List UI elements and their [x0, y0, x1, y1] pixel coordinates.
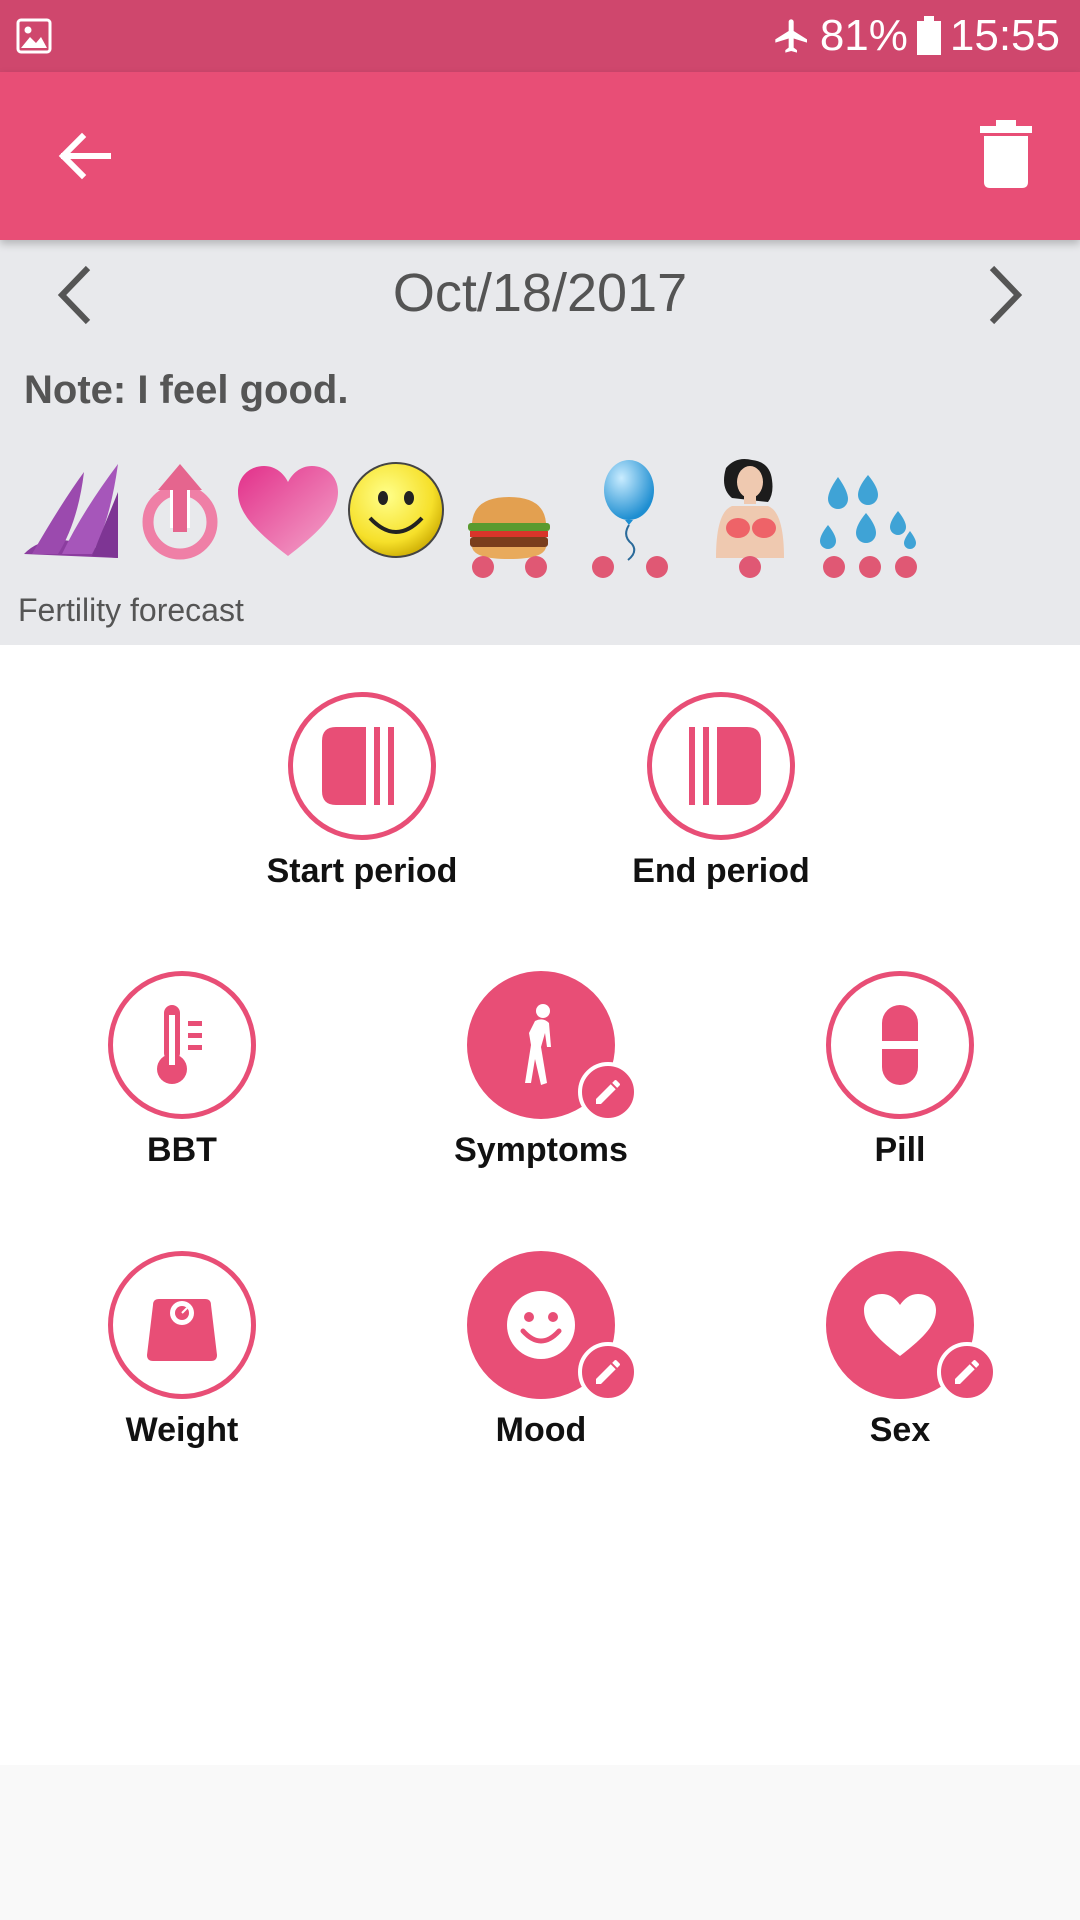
bbt-circle: [108, 971, 256, 1119]
smiley-icon: [348, 462, 444, 558]
end-period-circle: [647, 692, 795, 840]
breast-tenderness-icon: [716, 459, 784, 558]
power-up-icon: [142, 464, 218, 560]
weight-label: Weight: [125, 1411, 239, 1449]
end-period-label: End period: [632, 852, 810, 890]
battery-icon: [916, 16, 941, 55]
pencil-icon: [596, 1359, 621, 1384]
day-note: Note: I feel good.: [24, 368, 349, 412]
walking-person-icon: [525, 1004, 551, 1085]
bbt-button[interactable]: BBT: [62, 971, 302, 1170]
thermometer-icon: [157, 1005, 202, 1084]
fertility-forecast-label: Fertility forecast: [18, 592, 244, 628]
intensity-dot: [472, 556, 494, 578]
battery-percent: 81%: [819, 11, 908, 60]
status-bar: 81% 15:55: [0, 0, 1080, 72]
clock: 15:55: [949, 11, 1060, 60]
intensity-dot: [525, 556, 547, 578]
mood-button[interactable]: Mood: [421, 1251, 661, 1450]
start-period-circle: [288, 692, 436, 840]
pill-icon: [882, 1005, 918, 1085]
actions-panel: Start period End period BBT Symptoms Pil…: [0, 645, 1080, 1765]
end-period-icon: [689, 727, 761, 805]
bbt-label: BBT: [147, 1131, 217, 1169]
sex-circle: [826, 1251, 997, 1402]
intensity-dot: [646, 556, 668, 578]
symptoms-label: Symptoms: [454, 1131, 628, 1169]
weight-button[interactable]: Weight: [62, 1251, 302, 1450]
weight-circle: [108, 1251, 256, 1399]
pill-button[interactable]: Pill: [780, 971, 1020, 1170]
heart-icon: [238, 466, 338, 556]
app-bar: [0, 72, 1080, 240]
selected-date: Oct/18/2017: [392, 263, 688, 323]
intensity-dot: [895, 556, 917, 578]
mood-label: Mood: [495, 1411, 587, 1449]
chevron-right-icon[interactable]: [980, 260, 1030, 330]
edit-badge: [578, 1062, 638, 1122]
edit-badge: [578, 1342, 638, 1402]
trash-icon[interactable]: [980, 120, 1032, 188]
symptoms-circle: [467, 971, 638, 1122]
start-period-icon: [322, 727, 394, 805]
mood-circle: [467, 1251, 638, 1402]
day-summary-panel: Oct/18/2017 Note: I feel good. Fertility…: [0, 240, 1080, 645]
end-period-button[interactable]: End period: [601, 692, 841, 891]
heart-icon: [864, 1294, 936, 1356]
start-period-label: Start period: [266, 852, 458, 890]
fertility-fan-icon: [24, 464, 118, 558]
sex-button[interactable]: Sex: [780, 1251, 1020, 1450]
edit-badge: [937, 1342, 997, 1402]
pencil-icon: [955, 1359, 980, 1384]
symptoms-button[interactable]: Symptoms: [421, 971, 661, 1170]
pill-circle: [826, 971, 974, 1119]
pill-label: Pill: [874, 1131, 926, 1169]
mood-face-icon: [507, 1291, 575, 1359]
intensity-dot: [823, 556, 845, 578]
pencil-icon: [596, 1079, 621, 1104]
scale-weight-icon: [147, 1299, 217, 1361]
back-arrow-icon[interactable]: [52, 124, 116, 188]
airplane-mode-icon: [775, 19, 807, 53]
image-notification-icon: [16, 18, 52, 54]
balloon-icon: [604, 460, 654, 561]
intensity-dot: [859, 556, 881, 578]
start-period-button[interactable]: Start period: [242, 692, 482, 891]
intensity-dot: [739, 556, 761, 578]
sex-label: Sex: [869, 1411, 931, 1449]
intensity-dot: [592, 556, 614, 578]
